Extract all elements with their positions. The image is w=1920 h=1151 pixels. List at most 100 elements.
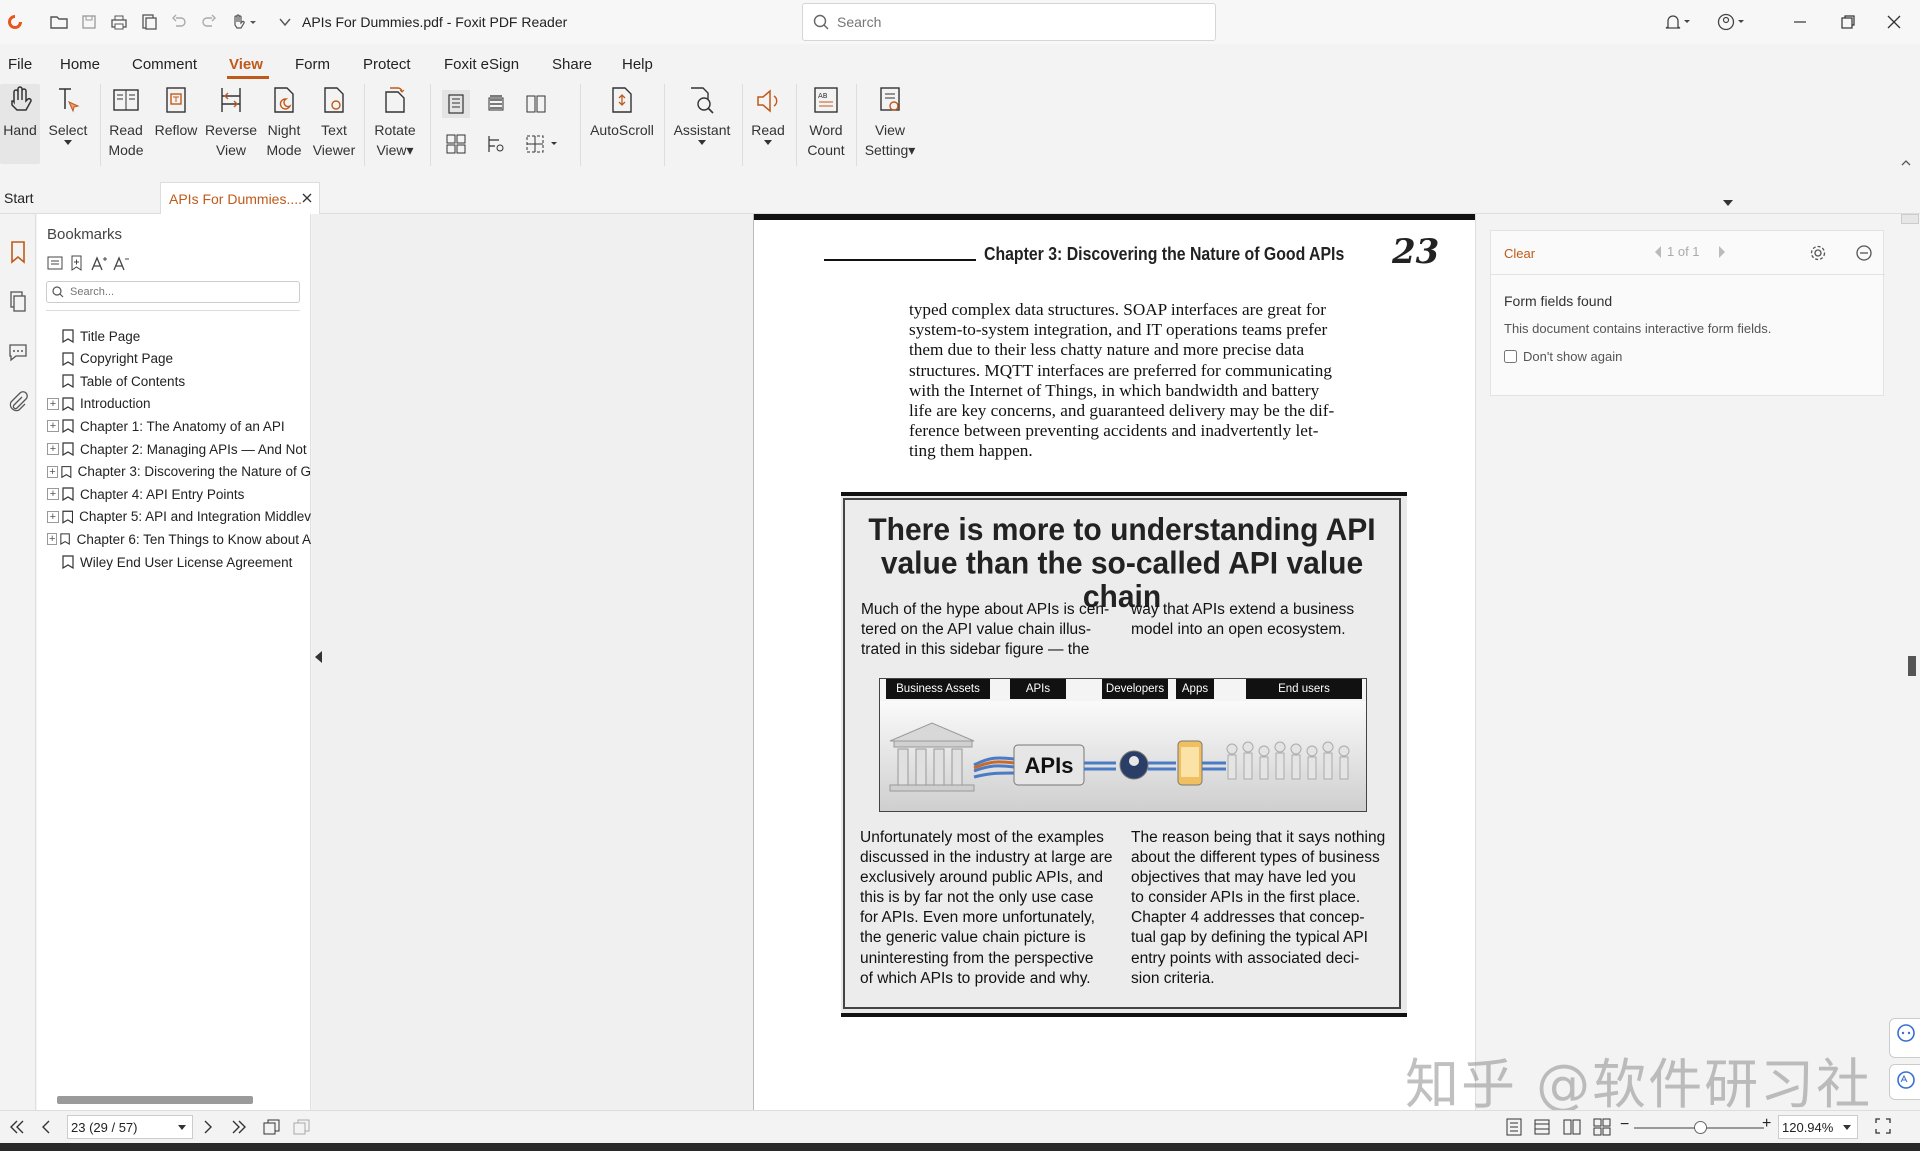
pages-icon[interactable] [138,11,160,33]
text-viewer-button[interactable]: Text Viewer [312,84,356,160]
redo-icon[interactable] [198,11,220,33]
fullscreen-icon[interactable] [1874,1117,1892,1140]
zoom-slider-handle[interactable] [1694,1121,1707,1134]
restore-icon[interactable] [1832,6,1864,38]
menu-foxit-esign[interactable]: Foxit eSign [444,56,519,73]
single-page-icon[interactable] [442,90,470,118]
bookmark-options-icon[interactable] [46,254,64,277]
facing-view-icon[interactable] [1562,1117,1582,1142]
facing-pages-icon[interactable] [522,90,550,118]
menu-form[interactable]: Form [295,56,330,73]
menu-view[interactable]: View [229,56,263,73]
expand-icon[interactable]: + [47,488,59,501]
continuous-facing-view-icon[interactable] [1592,1117,1612,1142]
vertical-scrollbar-top[interactable] [1901,214,1919,224]
page-thumbnails-icon[interactable] [4,288,32,316]
read-aloud-button[interactable]: Read [748,84,788,148]
zoom-out-icon[interactable]: − [1620,1116,1629,1134]
zoom-in-icon[interactable]: + [1762,1115,1771,1133]
global-search-input[interactable] [837,14,1197,30]
continuous-facing-icon[interactable] [442,130,470,158]
next-view-icon[interactable] [292,1117,312,1142]
ai-assistant-icon[interactable] [1889,1064,1920,1100]
bookmark-item[interactable]: Wiley End User License Agreement [47,551,311,573]
assistant-button[interactable]: Assistant [670,84,734,148]
horizontal-scrollbar[interactable] [57,1096,253,1104]
bookmark-search-input[interactable] [70,286,290,298]
clear-button[interactable]: Clear [1504,246,1535,261]
continuous-view-icon[interactable] [1532,1117,1552,1142]
bookmark-search-box[interactable] [46,281,300,303]
expand-icon[interactable]: + [47,465,58,478]
tab-start[interactable]: Start [0,182,158,214]
menu-help[interactable]: Help [622,56,653,73]
continuous-page-icon[interactable] [482,90,510,118]
expand-icon[interactable]: + [47,510,59,523]
expand-icon[interactable]: + [47,533,58,546]
undo-icon[interactable] [168,11,190,33]
notifications-bell-icon[interactable] [1662,6,1694,38]
next-field-icon[interactable] [1717,245,1727,264]
collapse-ribbon-icon[interactable] [1900,156,1912,168]
bookmark-item[interactable]: + Chapter 2: Managing APIs — And Not [47,438,311,460]
menu-home[interactable]: Home [60,56,100,73]
separate-cover-icon[interactable] [482,130,510,158]
first-page-icon[interactable] [8,1119,26,1140]
word-count-button[interactable]: AB Word Count [802,84,850,160]
rotate-view-button[interactable]: Rotate View▾ [370,84,420,160]
next-page-icon[interactable] [202,1119,214,1140]
comments-icon[interactable] [4,338,32,366]
previous-view-icon[interactable] [262,1117,282,1142]
select-tool-button[interactable]: Select [48,84,88,148]
autoscroll-button[interactable]: AutoScroll [586,84,658,140]
dont-show-again-input[interactable] [1504,350,1517,363]
view-setting-button[interactable]: View Setting▾ [862,84,918,160]
account-icon[interactable] [1716,6,1748,38]
bookmark-item[interactable]: + Chapter 3: Discovering the Nature of G [47,461,311,483]
tab-list-dropdown-icon[interactable] [1722,194,1734,212]
chat-assistant-icon[interactable] [1889,1018,1920,1058]
close-icon[interactable] [1878,6,1910,38]
global-search-box[interactable] [802,3,1216,41]
tab-apis-for-dummies[interactable]: APIs For Dummies.... [160,182,320,214]
dont-show-again-checkbox[interactable]: Don't show again [1504,349,1622,364]
previous-field-icon[interactable] [1653,245,1663,264]
menu-share[interactable]: Share [552,56,592,73]
print-icon[interactable] [108,11,130,33]
night-mode-button[interactable]: Night Mode [262,84,306,160]
bookmark-panel-icon[interactable] [4,238,32,266]
reverse-view-button[interactable]: Reverse View [205,84,257,160]
last-page-icon[interactable] [230,1119,248,1140]
open-folder-icon[interactable] [48,11,70,33]
bookmark-item[interactable]: + Introduction [47,393,311,415]
close-tab-icon[interactable] [301,191,313,207]
increase-font-icon[interactable] [90,254,108,277]
collapse-card-icon[interactable] [1855,244,1873,267]
bookmark-item[interactable]: Copyright Page [47,348,311,370]
split-view-dropdown-icon[interactable] [522,130,562,158]
previous-page-icon[interactable] [40,1119,52,1140]
bookmark-item[interactable]: + Chapter 6: Ten Things to Know about A [47,528,311,550]
expand-icon[interactable]: + [47,397,59,410]
collapse-panel-icon[interactable] [315,651,322,663]
add-bookmark-icon[interactable] [68,254,86,277]
bookmark-item[interactable]: + Chapter 4: API Entry Points [47,483,311,505]
hand-tool-dropdown-icon[interactable] [228,11,260,33]
bookmark-item[interactable]: Title Page [47,325,311,347]
bookmark-item[interactable]: + Chapter 1: The Anatomy of an API [47,415,311,437]
decrease-font-icon[interactable] [112,254,130,277]
read-mode-button[interactable]: Read Mode [106,84,146,160]
minimize-icon[interactable] [1784,6,1816,38]
menu-file[interactable]: File [8,56,32,73]
hand-tool-button[interactable]: Hand [0,84,40,164]
expand-icon[interactable]: + [47,420,59,433]
menu-comment[interactable]: Comment [132,56,197,73]
customize-dropdown-icon[interactable] [274,11,296,33]
attachments-icon[interactable] [4,388,32,416]
page-number-input[interactable]: 23 (29 / 57) [67,1115,193,1139]
gear-icon[interactable] [1809,244,1827,267]
expand-icon[interactable]: + [47,443,59,455]
reflow-button[interactable]: Reflow [154,84,198,140]
bookmark-item[interactable]: + Chapter 5: API and Integration Middlev [47,506,311,528]
single-page-view-icon[interactable] [1504,1117,1524,1142]
